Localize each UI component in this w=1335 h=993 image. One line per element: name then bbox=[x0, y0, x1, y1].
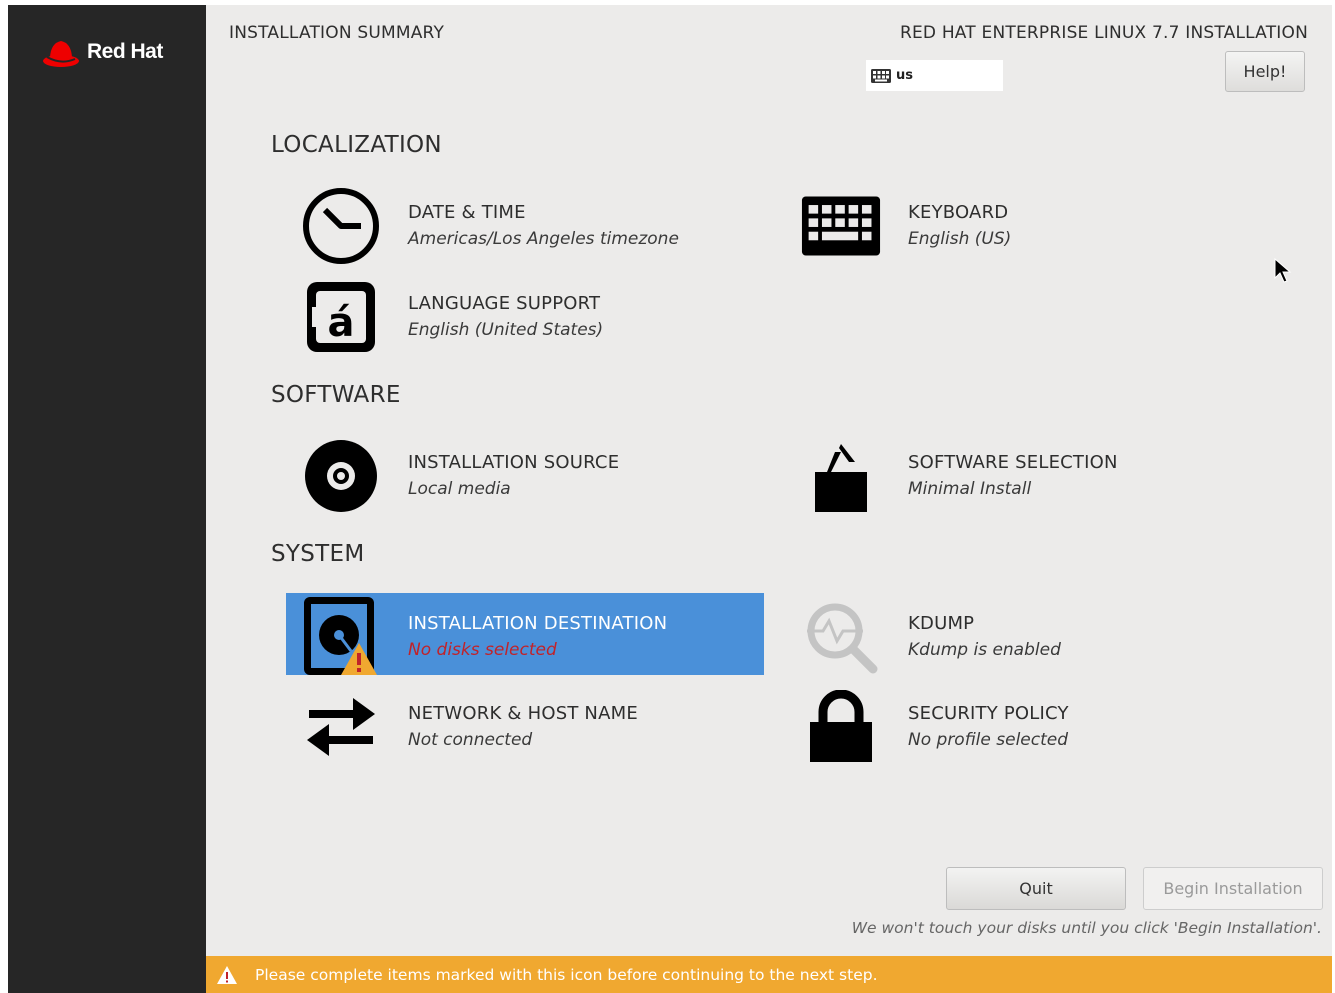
redhat-hat-icon bbox=[43, 41, 79, 67]
spoke-status: No profile selected bbox=[908, 730, 1069, 750]
section-system: SYSTEM bbox=[271, 541, 365, 567]
main-content: INSTALLATION SUMMARY RED HAT ENTERPRISE … bbox=[206, 5, 1332, 993]
spoke-installation-source[interactable]: INSTALLATION SOURCE Local media bbox=[286, 432, 764, 514]
spoke-title: INSTALLATION DESTINATION bbox=[408, 613, 668, 634]
spoke-title: INSTALLATION SOURCE bbox=[408, 452, 620, 473]
keyboard-icon bbox=[801, 196, 881, 256]
section-localization: LOCALIZATION bbox=[271, 132, 442, 158]
begin-installation-button[interactable]: Begin Installation bbox=[1143, 867, 1323, 910]
product-title: RED HAT ENTERPRISE LINUX 7.7 INSTALLATIO… bbox=[899, 23, 1308, 43]
spoke-status: Minimal Install bbox=[908, 479, 1032, 499]
spoke-status: English (United States) bbox=[408, 320, 604, 340]
spoke-status: Local media bbox=[408, 479, 511, 499]
svg-text:á: á bbox=[328, 300, 355, 346]
keyboard-layout-indicator[interactable]: us bbox=[866, 60, 1003, 91]
warning-icon bbox=[341, 643, 377, 675]
spoke-installation-destination[interactable]: INSTALLATION DESTINATION No disks select… bbox=[286, 593, 764, 675]
spoke-title: SOFTWARE SELECTION bbox=[908, 452, 1118, 473]
keyboard-layout-label: us bbox=[896, 68, 913, 83]
spoke-network-hostname[interactable]: NETWORK & HOST NAME Not connected bbox=[286, 683, 764, 765]
network-arrows-icon bbox=[307, 698, 375, 756]
spoke-kdump[interactable]: KDUMP Kdump is enabled bbox=[786, 593, 1264, 675]
spoke-title: NETWORK & HOST NAME bbox=[408, 703, 638, 724]
spoke-status: Americas/Los Angeles timezone bbox=[408, 229, 679, 249]
spoke-status: No disks selected bbox=[408, 640, 557, 660]
page-title: INSTALLATION SUMMARY bbox=[229, 23, 445, 43]
warning-icon bbox=[217, 965, 237, 984]
warning-bar: Please complete items marked with this i… bbox=[206, 956, 1332, 993]
mouse-cursor-icon bbox=[1274, 258, 1292, 283]
spoke-date-time[interactable]: DATE & TIME Americas/Los Angeles timezon… bbox=[286, 182, 764, 264]
sidebar: Red Hat bbox=[8, 5, 206, 993]
spoke-title: LANGUAGE SUPPORT bbox=[408, 293, 601, 314]
spoke-language-support[interactable]: á LANGUAGE SUPPORT English (United State… bbox=[286, 273, 764, 355]
spoke-status: English (US) bbox=[908, 229, 1012, 249]
spoke-title: KEYBOARD bbox=[908, 202, 1009, 223]
keyboard-small-icon bbox=[871, 68, 891, 83]
redhat-logo: Red Hat bbox=[41, 35, 163, 69]
spoke-title: KDUMP bbox=[908, 613, 975, 634]
section-software: SOFTWARE bbox=[271, 382, 401, 408]
clock-icon bbox=[303, 188, 379, 264]
spoke-software-selection[interactable]: SOFTWARE SELECTION Minimal Install bbox=[786, 432, 1264, 514]
search-icon bbox=[807, 603, 878, 674]
spoke-title: DATE & TIME bbox=[408, 202, 526, 223]
disc-icon bbox=[305, 440, 377, 512]
help-button[interactable]: Help! bbox=[1225, 51, 1305, 92]
brand-name: Red Hat bbox=[87, 40, 163, 63]
spoke-keyboard[interactable]: KEYBOARD English (US) bbox=[786, 182, 1264, 264]
spoke-security-policy[interactable]: SECURITY POLICY No profile selected bbox=[786, 683, 1264, 765]
spoke-status: Not connected bbox=[408, 730, 533, 750]
lock-icon bbox=[810, 690, 872, 762]
spoke-title: SECURITY POLICY bbox=[908, 703, 1069, 724]
language-icon: á bbox=[307, 282, 375, 352]
installer-window: Red Hat INSTALLATION SUMMARY RED HAT ENT… bbox=[8, 5, 1332, 993]
package-icon bbox=[815, 444, 867, 512]
spoke-status: Kdump is enabled bbox=[908, 640, 1061, 660]
quit-button[interactable]: Quit bbox=[946, 867, 1126, 910]
disk-hint-text: We won't touch your disks until you clic… bbox=[851, 919, 1322, 937]
warning-message: Please complete items marked with this i… bbox=[255, 965, 878, 984]
